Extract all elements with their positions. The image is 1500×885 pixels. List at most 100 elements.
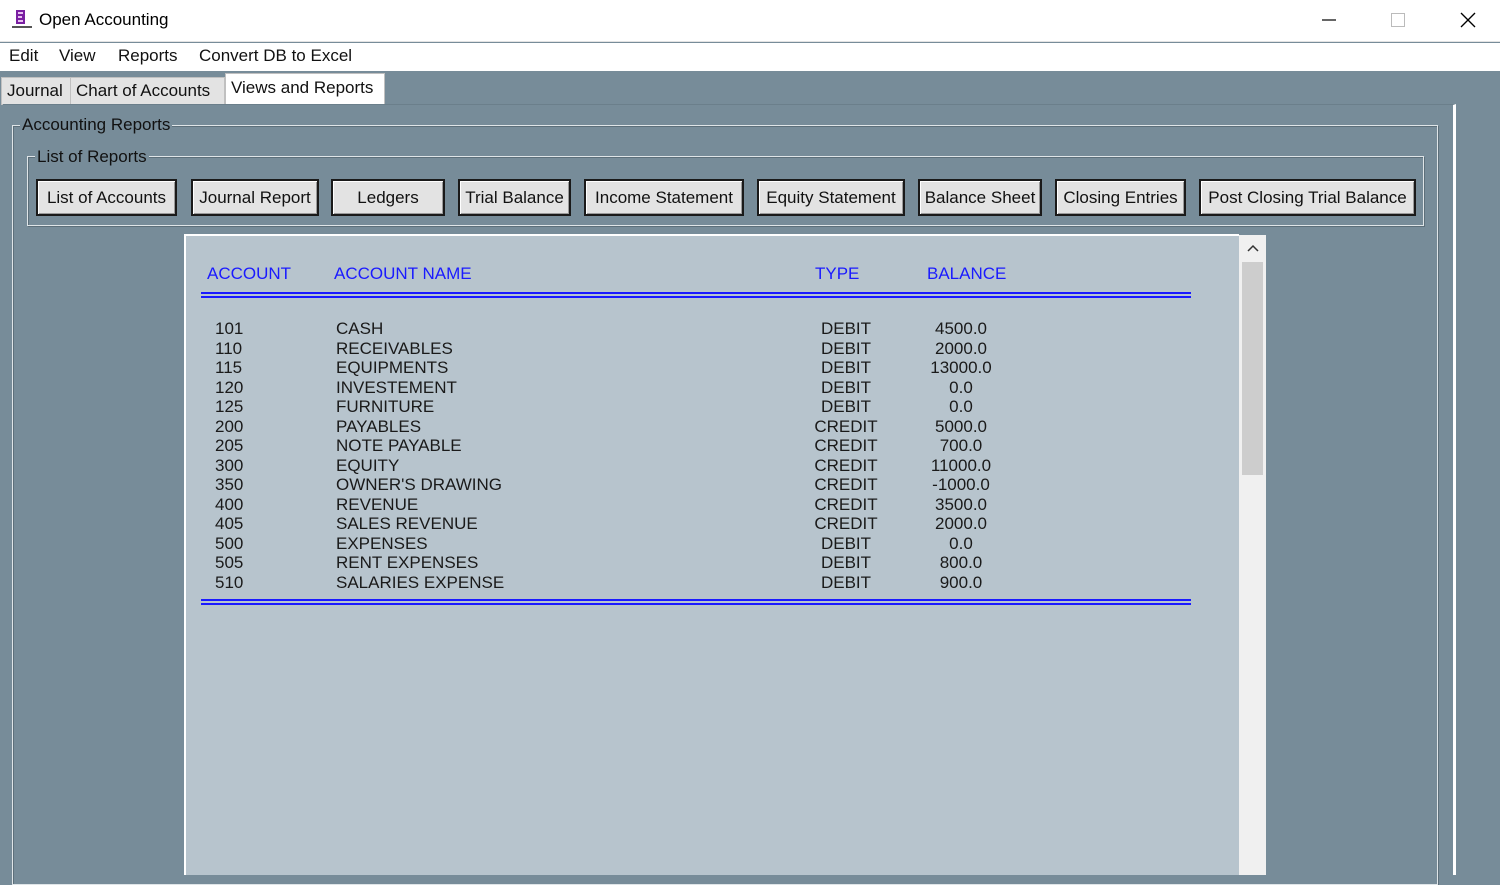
account-balance: 700.0 xyxy=(939,436,983,455)
equity-statement-button[interactable]: Equity Statement xyxy=(757,179,905,216)
menu-reports[interactable]: Reports xyxy=(118,46,178,66)
account-type: DEBIT xyxy=(820,533,872,553)
list-of-accounts-button[interactable]: List of Accounts xyxy=(36,179,177,216)
account-number: 125 xyxy=(215,397,244,416)
account-balance: 2000.0 xyxy=(935,514,987,533)
table-row: 110 RECEIVABLES DEBIT 2000.0 xyxy=(186,339,1186,359)
account-name: INVESTEMENT xyxy=(336,377,457,397)
account-balance: 0.0 xyxy=(949,533,973,553)
header-account-name: ACCOUNT NAME xyxy=(334,264,472,283)
account-type: DEBIT xyxy=(820,553,872,572)
account-balance: 11000.0 xyxy=(930,455,992,475)
account-name: SALES REVENUE xyxy=(336,514,478,533)
table-row: 120 INVESTEMENT DEBIT 0.0 xyxy=(186,378,1186,398)
table-row: 400 REVENUE CREDIT 3500.0 xyxy=(186,495,1186,515)
account-number: 300 xyxy=(215,455,244,475)
table-row: 500 EXPENSES DEBIT 0.0 xyxy=(186,534,1186,554)
account-number: 350 xyxy=(215,475,244,494)
scroll-thumb[interactable] xyxy=(1242,262,1263,475)
account-name: OWNER'S DRAWING xyxy=(336,475,502,494)
account-balance: 3500.0 xyxy=(935,494,987,514)
account-name: EQUIPMENTS xyxy=(336,358,449,377)
account-name: SALARIES EXPENSE xyxy=(336,572,505,592)
account-type: DEBIT xyxy=(820,572,872,592)
balance-sheet-button[interactable]: Balance Sheet xyxy=(918,179,1042,216)
account-number: 101 xyxy=(215,319,244,338)
account-balance: 800.0 xyxy=(939,553,983,572)
table-row: 200 PAYABLES CREDIT 5000.0 xyxy=(186,417,1186,437)
table-row: 350 OWNER'S DRAWING CREDIT -1000.0 xyxy=(186,475,1186,495)
minimize-icon xyxy=(1322,19,1336,21)
account-type: DEBIT xyxy=(820,397,872,416)
maximize-button[interactable] xyxy=(1375,0,1421,40)
title-bar: Open Accounting xyxy=(0,0,1500,42)
table-row: 125 FURNITURE DEBIT 0.0 xyxy=(186,397,1186,417)
trial-balance-button[interactable]: Trial Balance xyxy=(458,179,571,216)
minimize-button[interactable] xyxy=(1306,0,1352,40)
account-number: 510 xyxy=(215,572,244,592)
account-number: 505 xyxy=(215,553,244,572)
header-type: TYPE xyxy=(815,264,860,283)
menu-bar: Edit View Reports Convert DB to Excel xyxy=(0,43,1500,71)
app-logo-icon xyxy=(12,9,32,31)
account-type: DEBIT xyxy=(820,377,872,397)
account-balance: -1000.0 xyxy=(932,475,990,494)
account-name: RECEIVABLES xyxy=(336,338,453,358)
account-number: 120 xyxy=(215,377,244,397)
closing-entries-button[interactable]: Closing Entries xyxy=(1055,179,1186,216)
close-icon xyxy=(1460,12,1476,28)
footer-rule-bottom xyxy=(201,603,1191,605)
vertical-scrollbar[interactable] xyxy=(1239,235,1266,875)
account-type: CREDIT xyxy=(814,436,878,455)
maximize-icon xyxy=(1391,13,1405,27)
window-title: Open Accounting xyxy=(39,10,169,29)
ledgers-button[interactable]: Ledgers xyxy=(331,179,445,216)
tab-journal[interactable]: Journal xyxy=(1,77,71,105)
account-name: EQUITY xyxy=(336,455,400,475)
account-balance: 4500.0 xyxy=(935,319,987,338)
account-name: RENT EXPENSES xyxy=(336,553,479,572)
header-balance: BALANCE xyxy=(927,264,1007,283)
menu-edit[interactable]: Edit xyxy=(9,46,38,66)
account-type: DEBIT xyxy=(820,358,872,377)
table-row: 300 EQUITY CREDIT 11000.0 xyxy=(186,456,1186,476)
journal-report-button[interactable]: Journal Report xyxy=(191,179,319,216)
account-balance: 13000.0 xyxy=(930,358,992,377)
account-name: NOTE PAYABLE xyxy=(336,436,462,455)
account-name: CASH xyxy=(336,319,384,338)
post-closing-trial-balance-button[interactable]: Post Closing Trial Balance xyxy=(1199,179,1416,216)
table-row: 505 RENT EXPENSES DEBIT 800.0 xyxy=(186,553,1186,573)
account-type: CREDIT xyxy=(814,475,878,494)
tab-chart-of-accounts[interactable]: Chart of Accounts xyxy=(70,77,225,105)
account-balance: 900.0 xyxy=(939,572,983,592)
header-rule-top xyxy=(201,292,1191,294)
account-balance: 0.0 xyxy=(949,397,973,416)
account-type: CREDIT xyxy=(814,416,878,436)
scroll-up-button[interactable] xyxy=(1239,235,1266,261)
account-number: 200 xyxy=(215,416,244,436)
account-number: 400 xyxy=(215,494,244,514)
account-type: DEBIT xyxy=(820,338,872,358)
account-balance: 5000.0 xyxy=(935,416,987,436)
header-rule-bottom xyxy=(201,296,1191,298)
footer-rule-top xyxy=(201,599,1191,601)
account-number: 500 xyxy=(215,533,244,553)
chevron-up-icon xyxy=(1246,244,1259,252)
report-display[interactable]: ACCOUNT ACCOUNT NAME TYPE BALANCE 101 CAS… xyxy=(184,234,1239,875)
menu-convert-db[interactable]: Convert DB to Excel xyxy=(199,46,352,66)
account-name: REVENUE xyxy=(336,494,419,514)
account-name: FURNITURE xyxy=(336,397,435,416)
tab-views-and-reports[interactable]: Views and Reports xyxy=(225,73,385,105)
account-number: 115 xyxy=(215,358,243,377)
account-number: 405 xyxy=(215,514,244,533)
account-type: CREDIT xyxy=(814,494,878,514)
close-button[interactable] xyxy=(1445,0,1491,40)
table-row: 101 CASH DEBIT 4500.0 xyxy=(186,319,1186,339)
account-number: 110 xyxy=(215,338,243,358)
income-statement-button[interactable]: Income Statement xyxy=(584,179,744,216)
table-row: 115 EQUIPMENTS DEBIT 13000.0 xyxy=(186,358,1186,378)
account-balance: 0.0 xyxy=(949,377,973,397)
menu-view[interactable]: View xyxy=(59,46,96,66)
table-row: 205 NOTE PAYABLE CREDIT 700.0 xyxy=(186,436,1186,456)
list-of-reports-title: List of Reports xyxy=(35,147,149,167)
